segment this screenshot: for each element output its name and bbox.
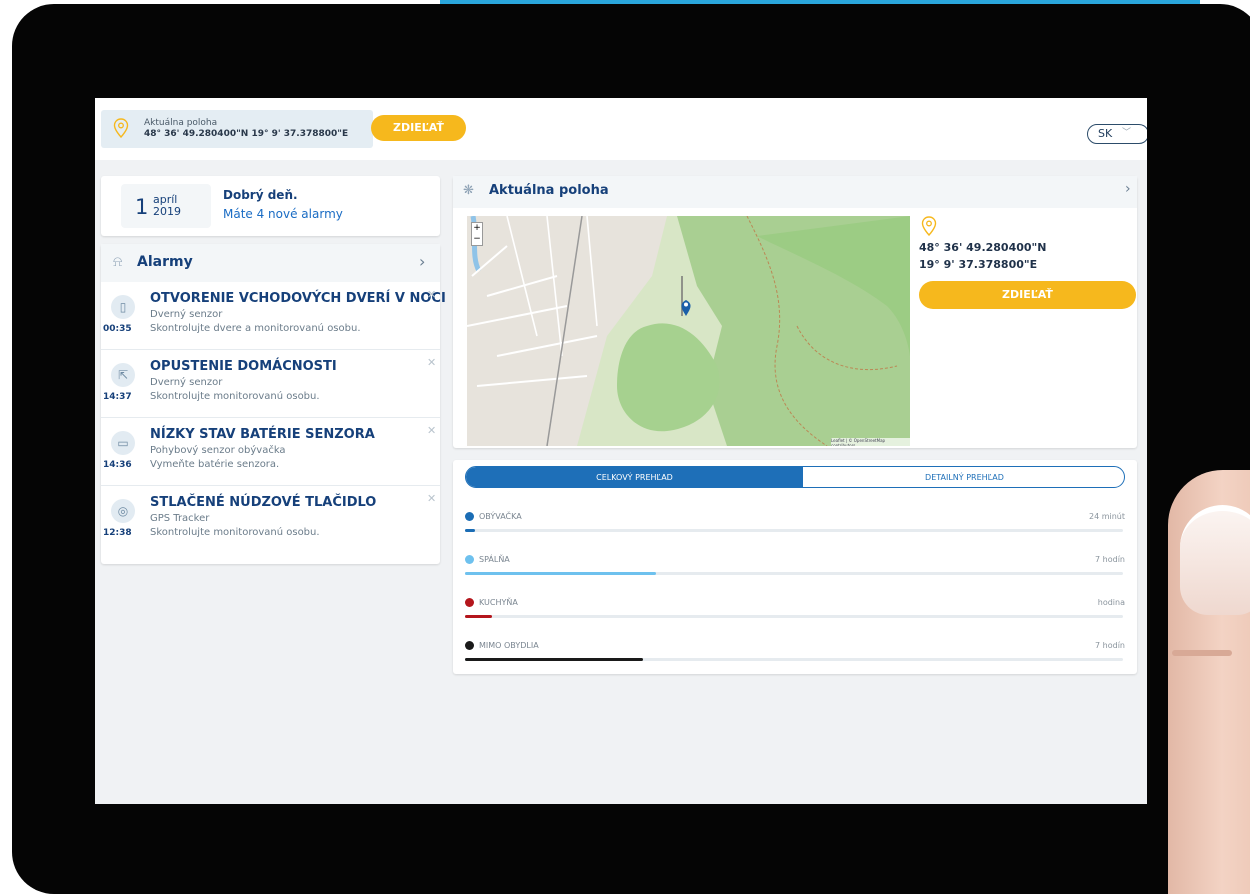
room-duration: 24 minút	[1088, 512, 1125, 521]
map-tiles	[467, 216, 910, 446]
room-progress-track	[465, 615, 1123, 618]
room-color-dot	[465, 555, 474, 564]
map-zoom-controls[interactable]: + −	[471, 222, 483, 246]
room-name: SPÁLŇA	[479, 555, 510, 564]
close-icon[interactable]: ✕	[427, 356, 436, 369]
top-bar: Aktuálna poloha 48° 36' 49.280400"N 19° …	[95, 98, 1147, 160]
room-color-dot	[465, 598, 474, 607]
room-progress-fill	[465, 615, 492, 618]
zoom-out-icon[interactable]: −	[472, 234, 482, 245]
alarm-title: OTVORENIE VCHODOVÝCH DVERÍ V NOCI	[150, 291, 446, 306]
person-leaving-icon: ⇱	[111, 363, 135, 387]
room-row: OBÝVAČKA 24 minút	[465, 500, 1125, 536]
chevron-down-icon: ﹀	[1122, 128, 1132, 138]
zoom-in-icon[interactable]: +	[472, 223, 482, 234]
alarm-time: 00:35	[103, 324, 132, 334]
alarm-time: 14:36	[103, 460, 132, 470]
close-icon[interactable]: ✕	[427, 424, 436, 437]
map[interactable]: + − Leaflet | © OpenStreetMap contributor…	[467, 216, 910, 446]
share-button[interactable]: ZDIEĽAŤ	[919, 281, 1136, 309]
alarm-title: OPUSTENIE DOMÁCNOSTI	[150, 359, 337, 374]
emergency-button-icon: ◎	[111, 499, 135, 523]
battery-icon: ▭	[111, 431, 135, 455]
close-icon[interactable]: ✕	[427, 492, 436, 505]
room-progress-fill	[465, 529, 475, 532]
chevron-right-icon[interactable]: ›	[419, 252, 425, 271]
knuckle	[1172, 650, 1232, 656]
alarm-description: Vymeňte batérie senzora.	[150, 459, 280, 470]
thumbnail	[1180, 505, 1250, 615]
room-progress-fill	[465, 658, 643, 661]
alarm-description: Skontrolujte monitorovanú osobu.	[150, 527, 320, 538]
date-month-year: apríl 2019	[153, 194, 181, 218]
greeting-card: 1 apríl 2019 Dobrý deň. Máte 4 nové alar…	[101, 176, 440, 236]
room-duration: 7 hodín	[1095, 641, 1125, 650]
alarm-item[interactable]: ⇱ 14:37 OPUSTENIE DOMÁCNOSTI Dverný senz…	[101, 350, 440, 418]
location-coords: 48° 36' 49.280400"N 19° 9' 37.378800"E	[144, 129, 349, 139]
map-attribution[interactable]: Leaflet | © OpenStreetMap contributors	[831, 438, 910, 446]
alarms-header[interactable]: ⍾ Alarmy ›	[101, 244, 440, 282]
alarm-source: Dverný senzor	[150, 377, 223, 388]
current-location-box: Aktuálna poloha 48° 36' 49.280400"N 19° …	[101, 110, 373, 148]
alarm-title: STLAČENÉ NÚDZOVÉ TLAČIDLO	[150, 495, 377, 510]
tab-total-overview[interactable]: CELKOVÝ PREHĽAD	[466, 467, 803, 487]
alarm-item[interactable]: ◎ 12:38 STLAČENÉ NÚDZOVÉ TLAČIDLO GPS Tr…	[101, 486, 440, 554]
alarm-time: 14:37	[103, 392, 132, 402]
greeting-title: Dobrý deň.	[223, 188, 298, 202]
latitude: 48° 36' 49.280400"N	[919, 241, 1047, 254]
share-location-button[interactable]: ZDIEĽAŤ	[371, 115, 466, 141]
date-day: 1	[135, 195, 149, 219]
room-name: MIMO OBYDLIA	[479, 641, 539, 650]
alarm-bell-icon: ⍾	[113, 254, 123, 270]
alarm-source: Pohybový senzor obývačka	[150, 445, 286, 456]
room-row: SPÁLŇA 7 hodín	[465, 543, 1125, 579]
room-row: KUCHYŇA hodina	[465, 586, 1125, 622]
alarm-source: Dverný senzor	[150, 309, 223, 320]
tab-detail-overview[interactable]: DETAILNÝ PREHĽAD	[803, 467, 1124, 487]
room-progress-fill	[465, 572, 656, 575]
stage: Aktuálna poloha 48° 36' 49.280400"N 19° …	[0, 0, 1250, 894]
new-alarms-link[interactable]: Máte 4 nové alarmy	[223, 207, 343, 221]
alarms-title: Alarmy	[137, 254, 193, 270]
date-year: 2019	[153, 205, 181, 218]
overview-card: CELKOVÝ PREHĽAD DETAILNÝ PREHĽAD OBÝVAČK…	[453, 460, 1137, 674]
location-pin-icon	[921, 216, 937, 236]
room-progress-track	[465, 572, 1123, 575]
satellite-icon: ❋	[463, 183, 474, 198]
date-box: 1 apríl 2019	[121, 184, 211, 228]
room-row: MIMO OBYDLIA 7 hodín	[465, 629, 1125, 665]
language-value: SK	[1098, 127, 1113, 140]
location-label: Aktuálna poloha	[144, 118, 218, 128]
door-icon: ▯	[111, 295, 135, 319]
room-duration: hodina	[1097, 598, 1125, 607]
alarm-description: Skontrolujte dvere a monitorovanú osobu.	[150, 323, 361, 334]
room-progress-track	[465, 529, 1123, 532]
alarm-item[interactable]: ▯ 00:35 OTVORENIE VCHODOVÝCH DVERÍ V NOC…	[101, 282, 446, 350]
overview-tabs: CELKOVÝ PREHĽAD DETAILNÝ PREHĽAD	[465, 466, 1125, 488]
room-duration: 7 hodín	[1095, 555, 1125, 564]
room-color-dot	[465, 641, 474, 650]
alarm-title: NÍZKY STAV BATÉRIE SENZORA	[150, 427, 375, 442]
room-color-dot	[465, 512, 474, 521]
room-progress-track	[465, 658, 1123, 661]
location-header[interactable]: ❋ Aktuálna poloha ›	[453, 176, 1137, 208]
longitude: 19° 9' 37.378800"E	[919, 258, 1038, 271]
alarm-time: 12:38	[103, 528, 132, 538]
coordinates: 48° 36' 49.280400"N 19° 9' 37.378800"E	[919, 239, 1047, 273]
close-icon[interactable]: ✕	[427, 288, 436, 301]
language-select[interactable]: SK ﹀	[1087, 124, 1147, 144]
alarm-description: Skontrolujte monitorovanú osobu.	[150, 391, 320, 402]
chevron-right-icon[interactable]: ›	[1125, 181, 1131, 197]
location-pin-icon	[113, 118, 129, 138]
alarms-card: ⍾ Alarmy › ▯ 00:35 OTVORENIE VCHODOVÝCH …	[101, 244, 446, 564]
room-name: OBÝVAČKA	[479, 512, 522, 521]
alarm-item[interactable]: ▭ 14:36 NÍZKY STAV BATÉRIE SENZORA Pohyb…	[101, 418, 440, 486]
location-card: ❋ Aktuálna poloha › + − Leaflet | © Open…	[453, 176, 1137, 448]
app-screen: Aktuálna poloha 48° 36' 49.280400"N 19° …	[95, 98, 1147, 804]
alarm-source: GPS Tracker	[150, 513, 210, 524]
location-title: Aktuálna poloha	[489, 183, 609, 198]
room-name: KUCHYŇA	[479, 598, 518, 607]
